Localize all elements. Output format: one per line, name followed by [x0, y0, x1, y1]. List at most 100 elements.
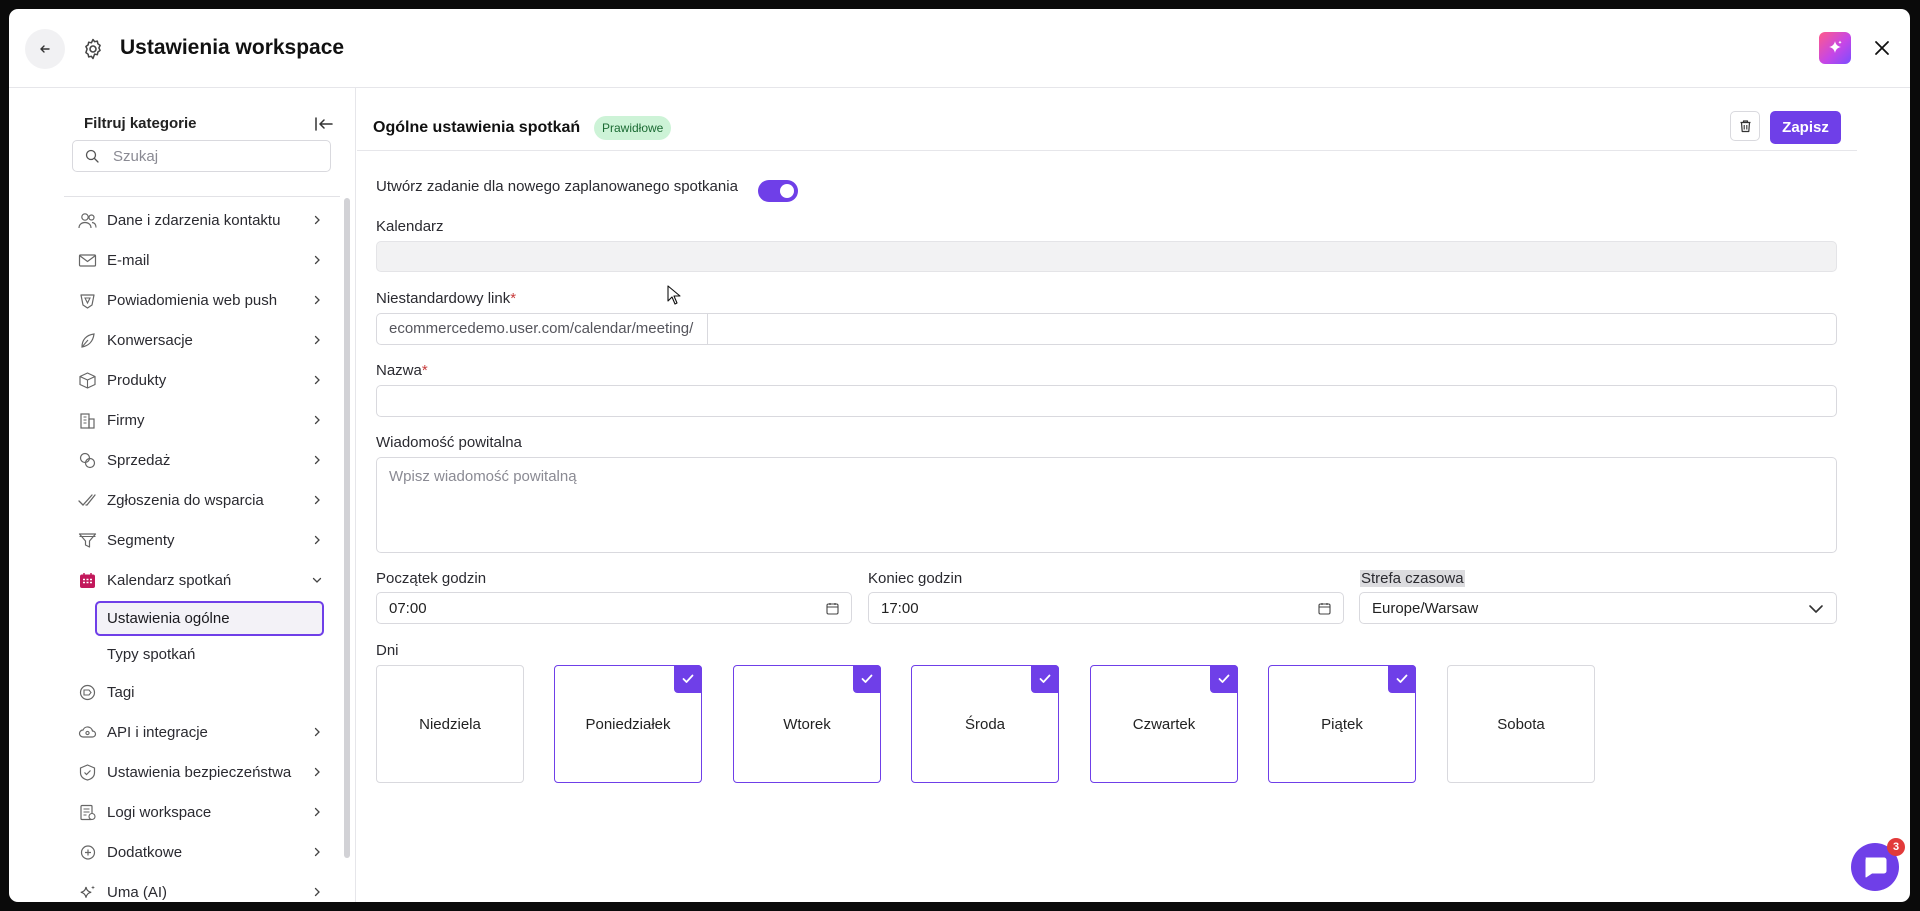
start-hour-input[interactable]: 07:00 [376, 592, 852, 624]
checkmark-icon [1210, 665, 1238, 693]
sidebar-item-products[interactable]: Produkty [64, 360, 334, 400]
day-card[interactable]: Sobota [1447, 665, 1595, 783]
name-input[interactable] [376, 385, 1837, 417]
sparkle-icon [80, 885, 95, 898]
sidebar-item-label: Uma (AI) [107, 884, 167, 901]
create-task-label: Utwórz zadanie dla nowego zaplanowanego … [376, 178, 738, 195]
section-title: Ogólne ustawienia spotkań [373, 119, 581, 136]
sidebar-item-api-integrations[interactable]: API i integracje [64, 712, 334, 752]
shield-icon [79, 764, 96, 781]
sidebar-item-support-tickets[interactable]: Zgłoszenia do wsparcia [64, 480, 334, 520]
sidebar-item-label: Produkty [107, 372, 167, 389]
chevron-right-icon [314, 727, 320, 737]
welcome-message-input[interactable] [376, 457, 1837, 553]
ai-assistant-button[interactable] [1819, 32, 1851, 64]
sidebar-item-security-settings[interactable]: Ustawienia bezpieczeństwa [64, 752, 334, 792]
sidebar-subitem-label: Typy spotkań [107, 646, 196, 663]
sidebar-item-label: Firmy [107, 412, 145, 429]
chevron-right-icon [314, 335, 320, 345]
sidebar-item-label: Dodatkowe [107, 844, 183, 861]
workspace-settings-window: Ustawienia workspace Filtruj kategorie D… [9, 9, 1910, 902]
day-card[interactable]: Środa [911, 665, 1059, 783]
day-card[interactable]: Niedziela [376, 665, 524, 783]
coins-icon [79, 452, 96, 469]
users-icon [78, 213, 97, 229]
days-label: Dni [376, 642, 399, 659]
shield-bell-icon [80, 294, 95, 309]
filter-icon [78, 533, 97, 548]
chevron-right-icon [314, 295, 320, 305]
start-hour-value: 07:00 [389, 600, 427, 617]
sidebar-item-label: Powiadomienia web push [107, 292, 278, 309]
chevron-right-icon [314, 255, 320, 265]
checkmark-icon [1031, 665, 1059, 693]
chevron-right-icon [314, 375, 320, 385]
search-icon [85, 149, 99, 163]
sidebar-item-sales[interactable]: Sprzedaż [64, 440, 334, 480]
back-button[interactable] [25, 29, 65, 69]
day-card[interactable]: Czwartek [1090, 665, 1238, 783]
sidebar-item-contact-data[interactable]: Dane i zdarzenia kontaktu [64, 200, 334, 240]
sidebar-item-label: Ustawienia bezpieczeństwa [107, 764, 292, 781]
end-hour-input[interactable]: 17:00 [868, 592, 1344, 624]
mouse-cursor-icon [667, 285, 681, 305]
sidebar-item-segments[interactable]: Segmenty [64, 520, 334, 560]
collapse-sidebar-icon[interactable] [314, 115, 334, 133]
chevron-right-icon [314, 807, 320, 817]
day-card[interactable]: Poniedziałek [554, 665, 702, 783]
sidebar-item-label: Logi workspace [107, 804, 212, 821]
sidebar-subitem-meeting-types[interactable]: Typy spotkań [64, 636, 334, 672]
category-search[interactable] [72, 140, 331, 172]
notification-count-badge: 3 [1887, 838, 1905, 856]
main-content: Ogólne ustawienia spotkań Prawidłowe Zap… [357, 88, 1910, 902]
filter-label: Filtruj kategorie [84, 115, 197, 132]
sidebar-item-workspace-logs[interactable]: Logi workspace [64, 792, 334, 832]
day-label: Sobota [1497, 715, 1545, 733]
sidebar-item-uma-ai[interactable]: Uma (AI) [64, 872, 334, 902]
chevron-down-icon [1809, 605, 1823, 613]
plus-circle-icon [80, 845, 96, 860]
start-hour-label: Początek godzin [376, 570, 487, 587]
timezone-value: Europe/Warsaw [1372, 600, 1479, 617]
category-nav: Dane i zdarzenia kontaktu E-mail Powiado… [64, 200, 334, 902]
search-input[interactable] [113, 146, 323, 166]
timezone-select[interactable]: Europe/Warsaw [1359, 592, 1837, 624]
link-prefix: ecommercedemo.user.com/calendar/meeting/ [377, 314, 708, 344]
sidebar-item-label: Sprzedaż [107, 452, 171, 469]
sidebar-item-label: Zgłoszenia do wsparcia [107, 492, 264, 509]
section-header: Ogólne ustawienia spotkań Prawidłowe Zap… [357, 88, 1857, 151]
chevron-right-icon [314, 767, 320, 777]
day-label: Poniedziałek [585, 715, 671, 733]
custom-link-field[interactable]: ecommercedemo.user.com/calendar/meeting/ [376, 313, 1837, 345]
sidebar-item-web-push[interactable]: Powiadomienia web push [64, 280, 334, 320]
sidebar-item-label: E-mail [107, 252, 150, 269]
sidebar-subitem-general-settings[interactable]: Ustawienia ogólne [64, 600, 334, 636]
day-label: Piątek [1321, 715, 1363, 733]
required-marker: * [421, 362, 428, 379]
chevron-down-icon [312, 577, 322, 583]
sidebar-item-tags[interactable]: Tagi [64, 672, 334, 712]
sidebar-subitem-label: Ustawienia ogólne [107, 610, 230, 627]
create-task-toggle[interactable] [758, 180, 798, 202]
sidebar-scrollbar[interactable] [344, 198, 350, 858]
sidebar-item-meeting-calendar[interactable]: Kalendarz spotkań [64, 560, 334, 600]
save-button[interactable]: Zapisz [1770, 111, 1841, 144]
calendar-select[interactable] [376, 241, 1837, 272]
sidebar-divider [64, 196, 340, 197]
day-card[interactable]: Piątek [1268, 665, 1416, 783]
sidebar-item-email[interactable]: E-mail [64, 240, 334, 280]
trash-icon [1740, 120, 1750, 133]
sidebar-item-additional[interactable]: Dodatkowe [64, 832, 334, 872]
day-label: Wtorek [783, 715, 831, 733]
sidebar-item-conversations[interactable]: Konwersacje [64, 320, 334, 360]
name-label: Nazwa* [376, 362, 428, 379]
day-card[interactable]: Wtorek [733, 665, 881, 783]
sidebar-item-label: Konwersacje [107, 332, 193, 349]
sidebar-item-companies[interactable]: Firmy [64, 400, 334, 440]
delete-button[interactable] [1730, 111, 1760, 141]
checkmark-icon [853, 665, 881, 693]
close-icon[interactable] [1871, 37, 1893, 59]
welcome-message-label: Wiadomość powitalna [376, 434, 522, 451]
sidebar-item-label: API i integracje [107, 724, 208, 741]
chevron-right-icon [314, 535, 320, 545]
